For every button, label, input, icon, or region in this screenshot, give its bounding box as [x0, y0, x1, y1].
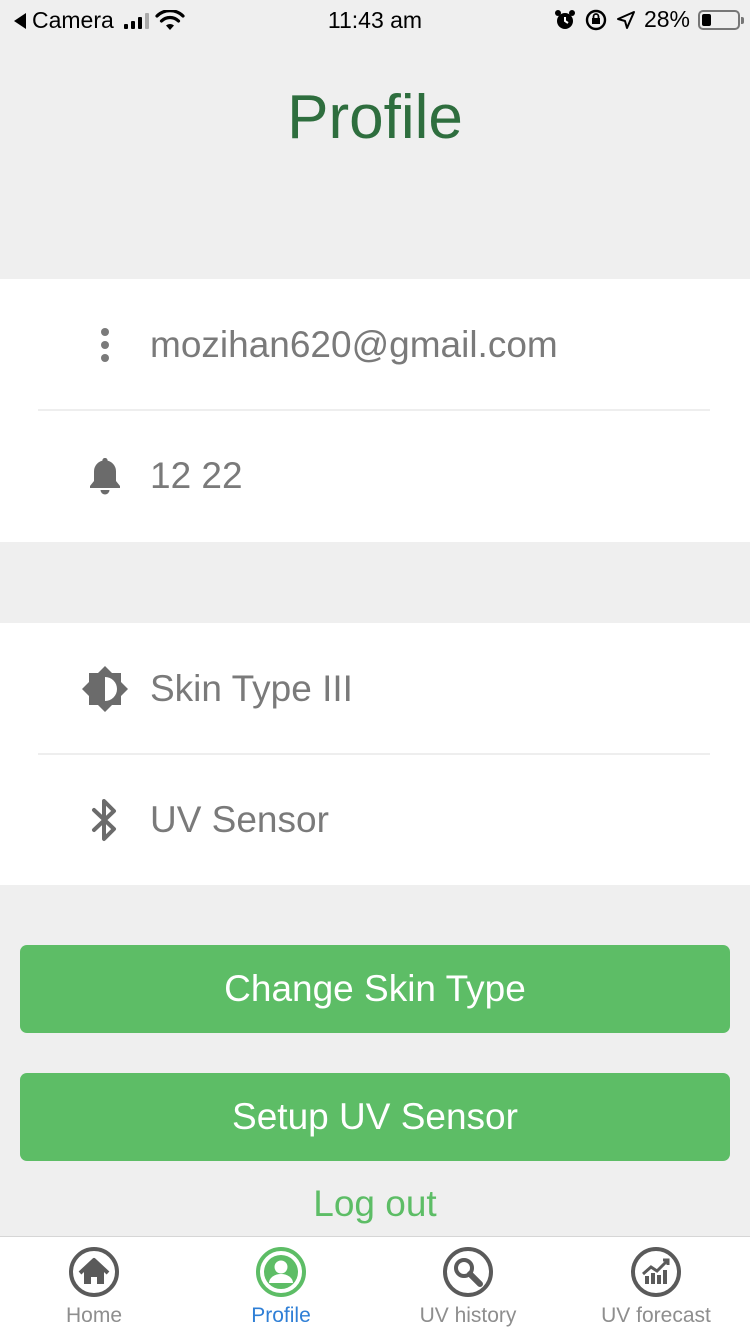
search-history-icon: [443, 1247, 493, 1297]
skin-type-row[interactable]: Skin Type III: [0, 623, 750, 754]
page-title: Profile: [287, 83, 463, 152]
status-bar: Camera 11:43 am 28%: [0, 0, 750, 40]
profile-screen: Camera 11:43 am 28% Profile mozihan620@g…: [0, 0, 750, 1334]
tab-profile-label: Profile: [251, 1304, 311, 1327]
tab-home[interactable]: Home: [0, 1237, 188, 1334]
tab-uv-forecast[interactable]: UV forecast: [562, 1237, 750, 1334]
tab-bar: Home Profile UV history UV forecast: [0, 1236, 750, 1334]
more-vertical-icon: [80, 279, 130, 410]
tab-uv-history[interactable]: UV history: [374, 1237, 562, 1334]
profile-icon: [256, 1247, 306, 1297]
home-icon: [69, 1247, 119, 1297]
orientation-lock-icon: [585, 9, 607, 30]
tab-uv-history-label: UV history: [419, 1304, 517, 1327]
change-skin-type-button[interactable]: Change Skin Type: [20, 945, 730, 1033]
tab-home-label: Home: [65, 1304, 123, 1327]
email-text: mozihan620@gmail.com: [150, 323, 558, 365]
logout-link[interactable]: Log out: [0, 1183, 750, 1225]
chart-forecast-icon: [631, 1247, 681, 1297]
location-arrow-icon: [616, 10, 635, 29]
status-right: 28%: [554, 6, 744, 33]
battery-percent: 28%: [643, 6, 690, 32]
skin-type-text: Skin Type III: [150, 667, 353, 709]
reminder-text: 12 22: [150, 454, 243, 496]
brightness-icon: [80, 623, 130, 754]
bluetooth-icon: [80, 754, 130, 885]
tab-uv-forecast-label: UV forecast: [601, 1304, 711, 1327]
email-row[interactable]: mozihan620@gmail.com: [0, 279, 750, 410]
setup-uv-sensor-button[interactable]: Setup UV Sensor: [20, 1073, 730, 1161]
tab-profile[interactable]: Profile: [187, 1237, 375, 1334]
bell-icon: [80, 410, 130, 541]
settings-card: Skin Type III UV Sensor: [0, 623, 750, 885]
sensor-text: UV Sensor: [150, 798, 329, 840]
reminder-row[interactable]: 12 22: [0, 410, 750, 541]
alarm-icon: [554, 9, 575, 29]
account-card: mozihan620@gmail.com 12 22: [0, 279, 750, 542]
battery-icon: [698, 9, 744, 30]
sensor-row[interactable]: UV Sensor: [0, 754, 750, 885]
